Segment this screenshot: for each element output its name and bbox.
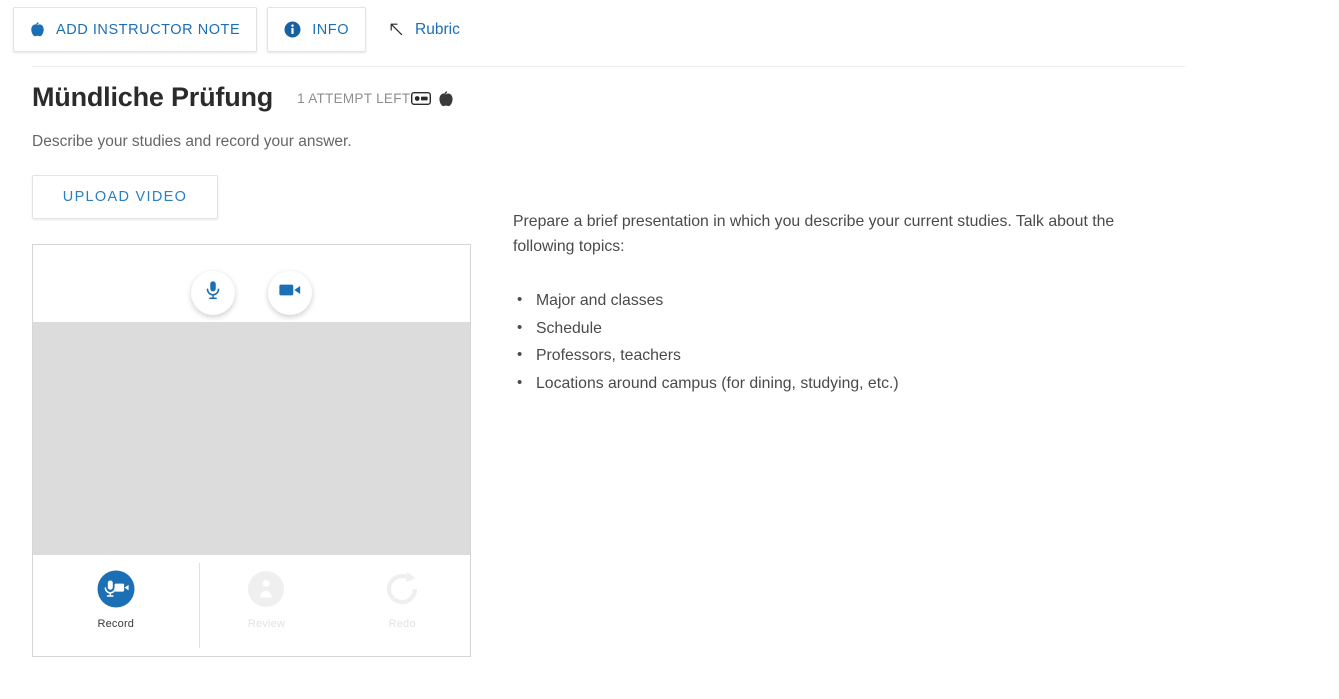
controls-separator — [199, 563, 200, 648]
record-label: Record — [97, 618, 135, 630]
prompt-content: Prepare a brief presentation in which yo… — [513, 209, 1173, 397]
video-recorder-panel: Record Review Redo — [32, 244, 471, 657]
apple-badge-icon — [438, 90, 454, 108]
microphone-toggle-button[interactable] — [191, 270, 235, 315]
microphone-icon — [202, 279, 224, 306]
info-circle-icon — [284, 21, 301, 38]
top-toolbar: ADD INSTRUCTOR NOTE INFO Rubric — [0, 0, 470, 59]
info-button[interactable]: INFO — [267, 7, 367, 52]
redo-circular-arrow-icon — [382, 569, 422, 609]
add-instructor-note-label: ADD INSTRUCTOR NOTE — [56, 21, 241, 38]
add-instructor-note-button[interactable]: ADD INSTRUCTOR NOTE — [13, 7, 258, 52]
prompt-intro: Prepare a brief presentation in which yo… — [513, 213, 1115, 255]
video-camera-icon — [278, 281, 302, 304]
camera-toggle-button[interactable] — [268, 270, 312, 315]
toolbar-divider — [32, 66, 1185, 67]
title-row: Mündliche Prüfung 1 ATTEMPT LEFT — [32, 80, 454, 114]
review-label: Review — [247, 618, 286, 630]
list-item: Locations around campus (for dining, stu… — [517, 369, 1173, 398]
list-item: Major and classes — [517, 286, 1173, 315]
upload-video-label: UPLOAD VIDEO — [62, 189, 188, 205]
device-toggle-bar — [33, 245, 470, 322]
review-play-icon — [246, 569, 286, 609]
video-preview-stage — [33, 322, 470, 555]
apple-icon — [30, 21, 45, 38]
list-item: Professors, teachers — [517, 341, 1173, 370]
list-item: Schedule — [517, 314, 1173, 343]
rubric-button[interactable]: Rubric — [379, 7, 470, 52]
info-label: INFO — [312, 21, 350, 38]
redo-button[interactable]: Redo — [334, 555, 470, 656]
page-subtitle: Describe your studies and record your an… — [32, 133, 352, 150]
upload-video-button[interactable]: UPLOAD VIDEO — [32, 175, 218, 219]
page-title: Mündliche Prüfung — [32, 82, 274, 112]
record-mic-camera-icon — [96, 569, 136, 609]
recording-badge-icon — [411, 92, 432, 105]
topic-list: Major and classes Schedule Professors, t… — [513, 286, 1173, 398]
redo-label: Redo — [388, 618, 416, 630]
record-button[interactable]: Record — [33, 555, 199, 656]
arrow-up-left-icon — [389, 22, 404, 37]
attempts-indicator: 1 ATTEMPT LEFT — [297, 90, 454, 108]
rubric-label: Rubric — [415, 20, 460, 38]
recorder-controls: Record Review Redo — [33, 555, 470, 656]
review-button[interactable]: Review — [199, 555, 335, 656]
attempts-label: 1 ATTEMPT LEFT — [297, 91, 411, 106]
